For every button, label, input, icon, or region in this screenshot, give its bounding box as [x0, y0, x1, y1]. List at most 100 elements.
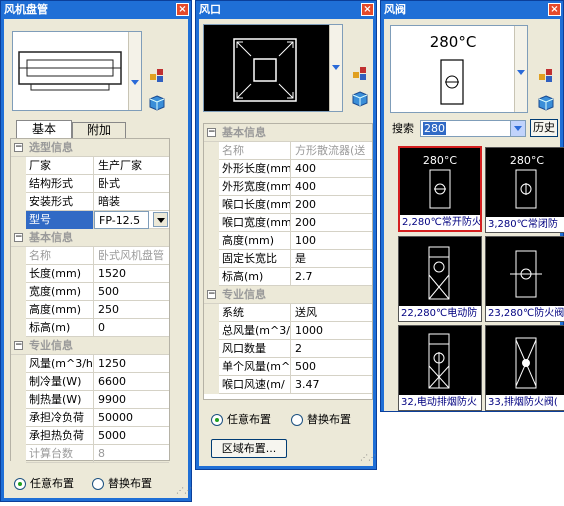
- property-row[interactable]: 厂家 生产厂家: [11, 157, 169, 175]
- blocks-library-icon[interactable]: [352, 65, 368, 81]
- valve-tile-3[interactable]: 22,280℃电动防: [398, 236, 482, 322]
- replace-layout-radio[interactable]: [291, 414, 303, 426]
- property-value[interactable]: 500: [94, 283, 167, 301]
- property-value[interactable]: 100: [291, 232, 370, 250]
- valve-tile-6[interactable]: 33,排烟防火阀(: [485, 325, 564, 411]
- property-row[interactable]: 名称 卧式风机盘管: [11, 247, 169, 265]
- area-layout-button[interactable]: 区域布置...: [211, 439, 287, 458]
- valve-tile-4[interactable]: 23,280℃防火阀: [485, 236, 564, 322]
- model-dropdown-button[interactable]: [153, 212, 168, 227]
- blocks-library-icon[interactable]: [149, 67, 165, 83]
- air-outlet-preview-dropdown[interactable]: [329, 25, 342, 111]
- tab-basic[interactable]: 基本: [16, 120, 72, 138]
- valve-tile-5[interactable]: 32,电动排烟防火: [398, 325, 482, 411]
- history-button[interactable]: 历史: [530, 119, 558, 137]
- property-row[interactable]: 型号 FP-12.5: [11, 211, 169, 229]
- tab-extra[interactable]: 附加: [72, 122, 126, 138]
- property-row[interactable]: 风口数量 2: [204, 340, 372, 358]
- valve-tile-2[interactable]: 280°C 3,280℃常闭防: [485, 147, 564, 233]
- property-value[interactable]: 方形散流器(送: [291, 142, 370, 160]
- air-outlet-close-button[interactable]: ×: [361, 3, 374, 16]
- resize-grip[interactable]: ⋰⋰: [176, 487, 192, 498]
- property-value[interactable]: 是: [291, 250, 370, 268]
- property-row[interactable]: 风量(m^3/h) 1250: [11, 355, 169, 373]
- property-row[interactable]: 宽度(mm) 500: [11, 283, 169, 301]
- search-combobox[interactable]: 280: [420, 120, 526, 137]
- property-row[interactable]: 制热量(W) 9900: [11, 391, 169, 409]
- property-row[interactable]: 单个风量(m^ 500: [204, 358, 372, 376]
- property-row[interactable]: 长度(mm) 1520: [11, 265, 169, 283]
- property-row[interactable]: 标高(m) 2.7: [204, 268, 372, 286]
- property-value[interactable]: 9900: [94, 391, 167, 409]
- property-row[interactable]: 承担热负荷 5000: [11, 427, 169, 445]
- property-section-header[interactable]: − 基本信息: [11, 229, 169, 247]
- fan-coil-preview-dropdown[interactable]: [128, 32, 141, 110]
- property-value[interactable]: 400: [291, 160, 370, 178]
- property-value[interactable]: 卧式: [94, 175, 167, 193]
- property-value[interactable]: 1520: [94, 265, 167, 283]
- fan-coil-close-button[interactable]: ×: [176, 3, 189, 16]
- property-row[interactable]: 喉口风速(m/3.47: [204, 376, 372, 394]
- property-value[interactable]: 6600: [94, 373, 167, 391]
- collapse-toggle-icon[interactable]: −: [14, 143, 23, 152]
- property-value[interactable]: 8: [94, 445, 167, 463]
- property-value[interactable]: 50000: [94, 409, 167, 427]
- property-section-header[interactable]: − 专业信息: [11, 337, 169, 355]
- air-valve-preview-dropdown[interactable]: [514, 26, 527, 112]
- property-row[interactable]: 名称 方形散流器(送: [204, 142, 372, 160]
- search-dropdown-button[interactable]: [510, 121, 525, 136]
- property-row[interactable]: 计算台数 8: [11, 445, 169, 463]
- property-row[interactable]: 安装形式 暗装: [11, 193, 169, 211]
- collapse-toggle-icon[interactable]: −: [14, 341, 23, 350]
- property-value[interactable]: 生产厂家: [94, 157, 167, 175]
- property-row[interactable]: 承担冷负荷 50000: [11, 409, 169, 427]
- blocks-library-icon[interactable]: [538, 67, 554, 83]
- property-value[interactable]: 400: [291, 178, 370, 196]
- property-value[interactable]: 0: [94, 319, 167, 337]
- property-value[interactable]: 1000: [291, 322, 370, 340]
- property-value[interactable]: 暗装: [94, 193, 167, 211]
- property-value[interactable]: 250: [94, 301, 167, 319]
- property-value[interactable]: 5000: [94, 427, 167, 445]
- property-value[interactable]: FP-12.5: [94, 211, 149, 229]
- property-row[interactable]: 高度(mm) 250: [11, 301, 169, 319]
- air-valve-close-button[interactable]: ×: [548, 3, 561, 16]
- valve-tile-1[interactable]: 280°C 2,280℃常开防火: [398, 146, 482, 232]
- replace-layout-radio[interactable]: [92, 478, 104, 490]
- 3d-cube-icon[interactable]: [149, 95, 165, 111]
- property-row[interactable]: 外形长度(mm 400: [204, 160, 372, 178]
- property-value[interactable]: 500: [291, 358, 370, 376]
- property-section-header[interactable]: − 基本信息: [204, 124, 372, 142]
- property-value[interactable]: 2: [291, 340, 370, 358]
- air-valve-preview[interactable]: 280°C: [390, 25, 528, 113]
- property-row[interactable]: 外形宽度(mm 400: [204, 178, 372, 196]
- property-row[interactable]: 喉口长度(mm 200: [204, 196, 372, 214]
- property-value[interactable]: 200: [291, 214, 370, 232]
- collapse-toggle-icon[interactable]: −: [14, 233, 23, 242]
- 3d-cube-icon[interactable]: [352, 91, 368, 107]
- property-section-header[interactable]: − 专业信息: [204, 286, 372, 304]
- property-value[interactable]: 送风: [291, 304, 370, 322]
- property-row[interactable]: 高度(mm) 100: [204, 232, 372, 250]
- property-value[interactable]: 3.47: [291, 376, 370, 394]
- property-row[interactable]: 系统 送风: [204, 304, 372, 322]
- any-layout-radio[interactable]: [211, 414, 223, 426]
- collapse-toggle-icon[interactable]: −: [207, 290, 216, 299]
- property-row[interactable]: 喉口宽度(mm 200: [204, 214, 372, 232]
- resize-grip[interactable]: ⋰⋰: [360, 454, 376, 465]
- property-row[interactable]: 制冷量(W) 6600: [11, 373, 169, 391]
- property-value[interactable]: 200: [291, 196, 370, 214]
- property-value[interactable]: 1250: [94, 355, 167, 373]
- property-value[interactable]: 2.7: [291, 268, 370, 286]
- any-layout-radio[interactable]: [14, 478, 26, 490]
- property-row[interactable]: 结构形式 卧式: [11, 175, 169, 193]
- property-row[interactable]: 总风量(m^3/1000: [204, 322, 372, 340]
- property-section-header[interactable]: − 选型信息: [11, 139, 169, 157]
- search-input[interactable]: 280: [423, 122, 446, 135]
- 3d-cube-icon[interactable]: [538, 95, 554, 111]
- fan-coil-preview[interactable]: [12, 31, 142, 111]
- property-row[interactable]: 标高(m) 0: [11, 319, 169, 337]
- collapse-toggle-icon[interactable]: −: [207, 128, 216, 137]
- property-value[interactable]: 卧式风机盘管: [94, 247, 167, 265]
- property-row[interactable]: 固定长宽比是: [204, 250, 372, 268]
